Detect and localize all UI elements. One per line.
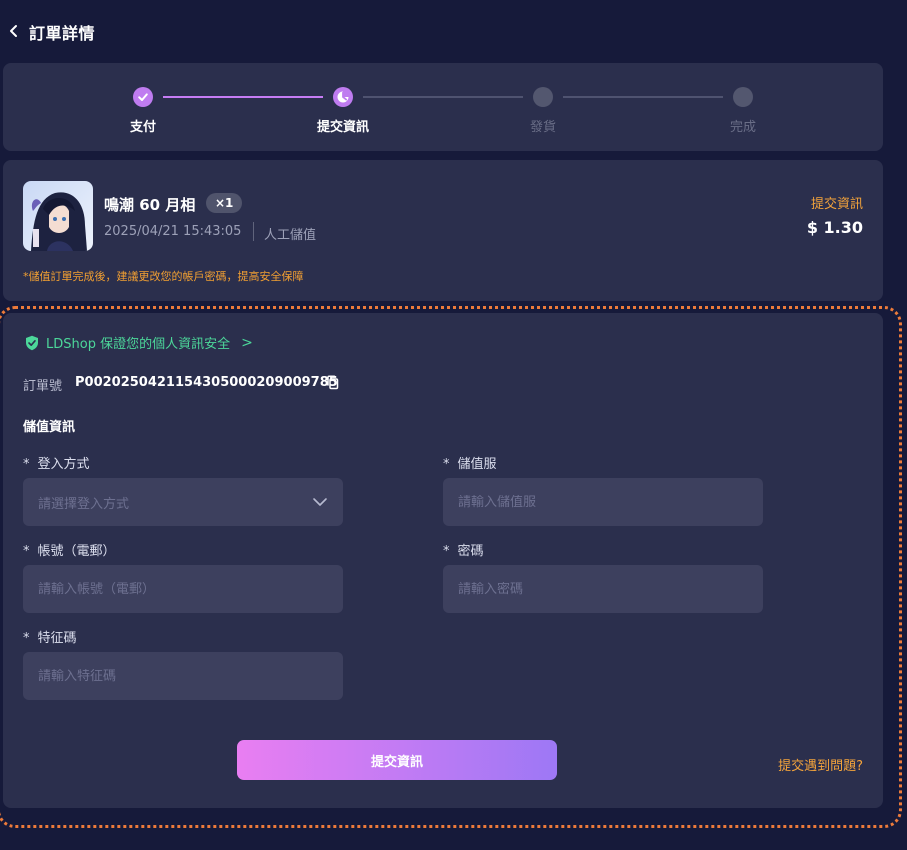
required-mark: *: [23, 544, 30, 559]
server-label-text: 儲值服: [457, 457, 497, 472]
account-input[interactable]: [38, 581, 328, 597]
step-connector-1: [163, 96, 323, 98]
progress-card: 支付 提交資訊 發貨 完成: [3, 63, 883, 151]
step-submit-info-dot: [333, 87, 353, 107]
feature-code-field: [23, 652, 343, 700]
account-field: [23, 565, 343, 613]
submit-info-button[interactable]: 提交資訊: [237, 740, 557, 780]
quantity-badge: ×1: [206, 193, 243, 213]
chevron-right-icon: >: [241, 334, 253, 351]
order-time: 2025/04/21 15:43:05: [104, 224, 242, 239]
account-label-text: 帳號（電郵）: [37, 544, 116, 559]
recharge-section-title: 儲值資訊: [23, 420, 76, 435]
security-notice: *儲值訂單完成後，建議更改您的帳戶密碼，提高安全保障: [23, 270, 304, 283]
submit-help-link[interactable]: 提交遇到問題?: [778, 755, 863, 774]
login-method-select[interactable]: 請選擇登入方式: [23, 478, 343, 526]
header: 訂單詳情: [0, 0, 907, 62]
step-complete: 完成: [703, 87, 783, 135]
step-ship: 發貨: [503, 87, 583, 135]
password-field: [443, 565, 763, 613]
step-submit-info: 提交資訊: [303, 87, 383, 135]
required-mark: *: [443, 457, 450, 472]
order-number-label: 訂單號: [23, 379, 63, 394]
login-method-placeholder: 請選擇登入方式: [38, 496, 130, 512]
required-mark: *: [23, 631, 30, 646]
product-card: 鳴潮 60 月相 ×1 2025/04/21 15:43:05 人工儲值 提交資…: [3, 160, 883, 301]
step-pay-dot: [133, 87, 153, 107]
order-price: $ 1.30: [806, 218, 863, 237]
chevron-down-icon: [312, 494, 328, 510]
check-icon: [138, 93, 148, 101]
password-label: * 密碼: [443, 540, 484, 559]
back-button[interactable]: [6, 21, 22, 41]
step-pay-label: 支付: [129, 120, 156, 135]
product-image: [23, 181, 93, 251]
clock-icon: [337, 91, 349, 103]
feature-code-label: * 特征碼: [23, 627, 77, 646]
account-label: * 帳號（電郵）: [23, 540, 116, 559]
login-method-label: * 登入方式: [23, 453, 90, 472]
step-pay: 支付: [103, 87, 183, 135]
password-input[interactable]: [458, 581, 748, 597]
server-label: * 儲值服: [443, 453, 497, 472]
product-thumbnail: [23, 181, 93, 251]
copy-order-button[interactable]: [326, 375, 340, 391]
copy-icon: [327, 375, 339, 390]
feature-code-label-text: 特征碼: [37, 631, 77, 646]
password-label-text: 密碼: [457, 544, 484, 559]
security-guarantee-text: LDShop 保證您的個人資訊安全: [46, 337, 231, 352]
order-number: P0020250421154305000209009785: [75, 375, 338, 390]
chevron-left-icon: [10, 25, 17, 37]
order-type: 人工儲值: [264, 228, 317, 243]
order-detail-page: 訂單詳情 支付 提交資訊 發貨 完成 鳴潮 60 月相 ×1 2025/04/2…: [0, 0, 907, 850]
security-guarantee-link[interactable]: LDShop 保證您的個人資訊安全 >: [25, 333, 253, 352]
product-name: 鳴潮 60 月相: [104, 196, 196, 214]
step-ship-label: 發貨: [529, 120, 556, 135]
step-submit-info-label: 提交資訊: [316, 120, 369, 135]
required-mark: *: [23, 457, 30, 472]
step-connector-2: [363, 96, 523, 98]
page-title: 訂單詳情: [29, 24, 96, 43]
order-status: 提交資訊: [810, 197, 863, 212]
step-complete-label: 完成: [729, 120, 756, 135]
feature-code-input[interactable]: [38, 668, 328, 684]
shield-check-icon: [26, 335, 38, 350]
step-complete-dot: [733, 87, 753, 107]
server-input[interactable]: [458, 494, 748, 510]
login-method-label-text: 登入方式: [37, 457, 90, 472]
step-connector-3: [563, 96, 723, 98]
recharge-form-card: LDShop 保證您的個人資訊安全 > 訂單號 P002025042115430…: [3, 313, 883, 808]
server-field: [443, 478, 763, 526]
step-ship-dot: [533, 87, 553, 107]
meta-divider: [253, 222, 254, 241]
required-mark: *: [443, 544, 450, 559]
